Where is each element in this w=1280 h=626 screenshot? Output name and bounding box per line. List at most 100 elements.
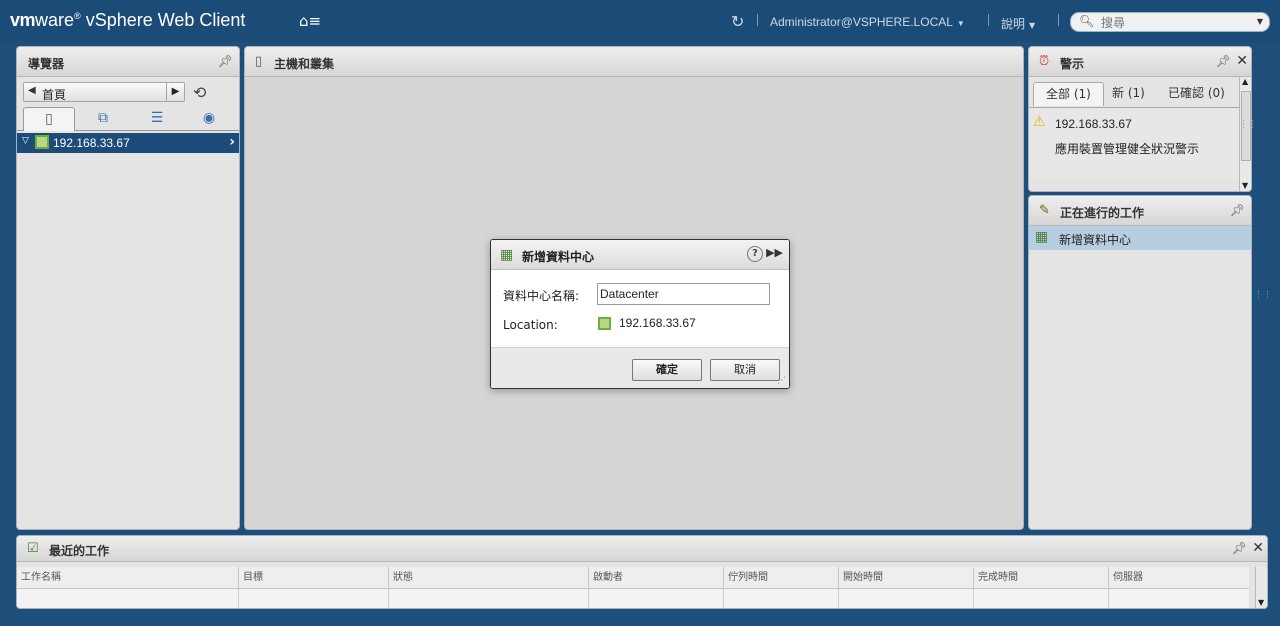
new-datacenter-dialog: ▦ 新增資料中心 ? ▶▶ 資料中心名稱: Location: 192.168.… (490, 239, 790, 389)
pin-icon[interactable]: 📌︎ (218, 54, 233, 68)
hosts-clusters-icon: ▯ (45, 111, 53, 127)
tab-acknowledged[interactable]: 已確認 (0) (1168, 82, 1225, 106)
wip-item-label: 新增資料中心 (1059, 233, 1132, 247)
task-table-header: 工作名稱 目標 狀態 啟動者 佇列時間 開始時間 完成時間 伺服器 (17, 567, 1249, 589)
location-label: Location: (503, 318, 558, 332)
task-list-icon: ☑ (27, 541, 39, 556)
search-icon: 🔍︎ (1079, 14, 1095, 28)
col-status[interactable]: 狀態 (389, 567, 589, 589)
col-completion-time[interactable]: 完成時間 (974, 567, 1109, 589)
table-cell (839, 589, 974, 608)
alarm-clock-icon: ⏰︎ (1039, 54, 1050, 69)
resize-grip-icon[interactable]: ⋮⋮ (1239, 120, 1257, 130)
table-cell (17, 589, 239, 608)
wip-item[interactable]: ▦ 新增資料中心 (1029, 226, 1251, 250)
divider (1058, 14, 1059, 26)
datacenter-name-label: 資料中心名稱: (503, 289, 580, 303)
alarms-header: ⏰︎ 警示 📌︎ ✕ (1029, 47, 1251, 77)
refresh-icon[interactable]: ↻ (731, 12, 744, 31)
vmware-logo: vmware® vSphere Web Client (10, 10, 245, 31)
dialog-footer: 確定 取消 ⋰ (491, 347, 789, 388)
expand-icon[interactable]: ▶▶ (766, 246, 783, 259)
home-menu-icon[interactable]: ⌂≡ (299, 12, 321, 30)
top-bar: vmware® vSphere Web Client ⌂≡ ↻ Administ… (0, 0, 1280, 42)
history-icon[interactable]: ⟲ (193, 83, 206, 102)
datacenter-name-input[interactable] (597, 283, 770, 305)
tab-storage[interactable]: ☰ (131, 107, 183, 131)
search-dropdown-icon[interactable]: ▼ (1257, 17, 1263, 26)
warning-icon: ⚠ (1033, 114, 1046, 130)
back-arrow-icon[interactable]: ◀ (28, 85, 36, 96)
table-cell (724, 589, 839, 608)
table-cell (589, 589, 724, 608)
pin-icon[interactable]: 📌︎ (1216, 54, 1231, 68)
help-icon[interactable]: ? (747, 246, 763, 262)
main-header: ▯ 主機和叢集 (245, 47, 1023, 77)
hosts-clusters-icon: ▯ (255, 54, 263, 69)
storage-icon: ☰ (150, 110, 164, 126)
col-server[interactable]: 伺服器 (1109, 567, 1249, 589)
network-icon: ◉ (202, 110, 216, 126)
tab-vms-templates[interactable]: ⧉ (77, 107, 129, 131)
recent-tasks-header: ☑ 最近的工作 📌︎ ✕ (17, 536, 1267, 562)
forward-arrow-icon[interactable]: ▶ (166, 83, 184, 101)
host-icon (598, 317, 611, 330)
close-icon[interactable]: ✕ (1236, 53, 1248, 69)
navigator-header: 導覽器 📌︎ (17, 47, 239, 77)
resize-grip-icon[interactable]: ⋮⋮ (1254, 290, 1272, 300)
datacenter-icon: ▦ (500, 247, 514, 263)
table-cell (239, 589, 389, 608)
col-initiator[interactable]: 啟動者 (589, 567, 724, 589)
tab-new[interactable]: 新 (1) (1112, 82, 1145, 106)
alarms-title: 警示 (1060, 57, 1085, 71)
ok-button[interactable]: 確定 (632, 359, 702, 381)
col-target[interactable]: 目標 (239, 567, 389, 589)
alarm-list: ⚠ 192.168.33.67 應用裝置管理健全狀況警示 (1029, 107, 1239, 178)
alarm-message[interactable]: 應用裝置管理健全狀況警示 (1055, 140, 1199, 157)
tree-item-host[interactable]: ▽ 192.168.33.67 › (17, 133, 239, 153)
scroll-up-icon[interactable]: ▲ (1242, 77, 1248, 86)
logo-suffix: ware (35, 10, 75, 30)
alarm-host[interactable]: 192.168.33.67 (1055, 117, 1132, 131)
dialog-resize-grip-icon[interactable]: ⋰ (777, 376, 786, 386)
col-task-name[interactable]: 工作名稱 (17, 567, 239, 589)
chevron-right-icon[interactable]: › (229, 134, 235, 150)
pin-icon[interactable]: 📌︎ (1230, 203, 1245, 217)
work-in-progress-panel: ✎ 正在進行的工作 📌︎ ▦ 新增資料中心 (1028, 195, 1252, 530)
tasks-scrollbar[interactable]: ▼ (1255, 567, 1267, 608)
navigator-title: 導覽器 (28, 57, 65, 71)
cancel-button[interactable]: 取消 (710, 359, 780, 381)
tab-networking[interactable]: ◉ (183, 107, 235, 131)
help-menu[interactable]: 說明 ▼ (1001, 15, 1035, 32)
product-name: vSphere Web Client (85, 10, 246, 30)
tree-item-label: 192.168.33.67 (53, 136, 130, 150)
notepad-icon: ✎ (1039, 203, 1050, 218)
col-start-time[interactable]: 開始時間 (839, 567, 974, 589)
scroll-down-icon[interactable]: ▼ (1242, 181, 1248, 190)
scroll-down-icon[interactable]: ▼ (1258, 598, 1264, 607)
alarms-scrollbar[interactable]: ▲ ▼ (1239, 77, 1251, 191)
logo-registered-mark: ® (74, 11, 81, 21)
expand-triangle-icon[interactable]: ▽ (22, 136, 29, 146)
host-icon (35, 135, 49, 149)
chevron-down-icon: ▼ (1029, 21, 1036, 30)
breadcrumb: ◀ 首頁 ▶ (23, 82, 185, 102)
chevron-down-icon: ▼ (956, 19, 965, 28)
recent-tasks-panel: ☑ 最近的工作 📌︎ ✕ 工作名稱 目標 狀態 啟動者 佇列時間 開始時間 完成… (16, 535, 1268, 609)
pin-icon[interactable]: 📌︎ (1232, 541, 1247, 555)
table-cell (974, 589, 1109, 608)
col-queued-for[interactable]: 佇列時間 (724, 567, 839, 589)
search-input[interactable] (1101, 15, 1251, 30)
recent-tasks-title: 最近的工作 (49, 544, 110, 558)
breadcrumb-label[interactable]: 首頁 (42, 86, 66, 103)
logo-brand: vm (10, 10, 36, 30)
tab-all[interactable]: 全部 (1) (1033, 82, 1104, 106)
tab-hosts-clusters[interactable]: ▯ (23, 107, 75, 131)
wip-header: ✎ 正在進行的工作 📌︎ (1029, 196, 1251, 226)
divider (757, 14, 758, 26)
navigator-panel: 導覽器 📌︎ ◀ 首頁 ▶ ⟲ ▯ ⧉ ☰ ◉ ▽ 192.168.33.67 … (16, 46, 240, 530)
dialog-title: 新增資料中心 (522, 250, 595, 264)
table-row (17, 589, 1249, 608)
user-menu[interactable]: Administrator@VSPHERE.LOCAL ▼ (770, 15, 965, 29)
close-icon[interactable]: ✕ (1252, 540, 1264, 556)
